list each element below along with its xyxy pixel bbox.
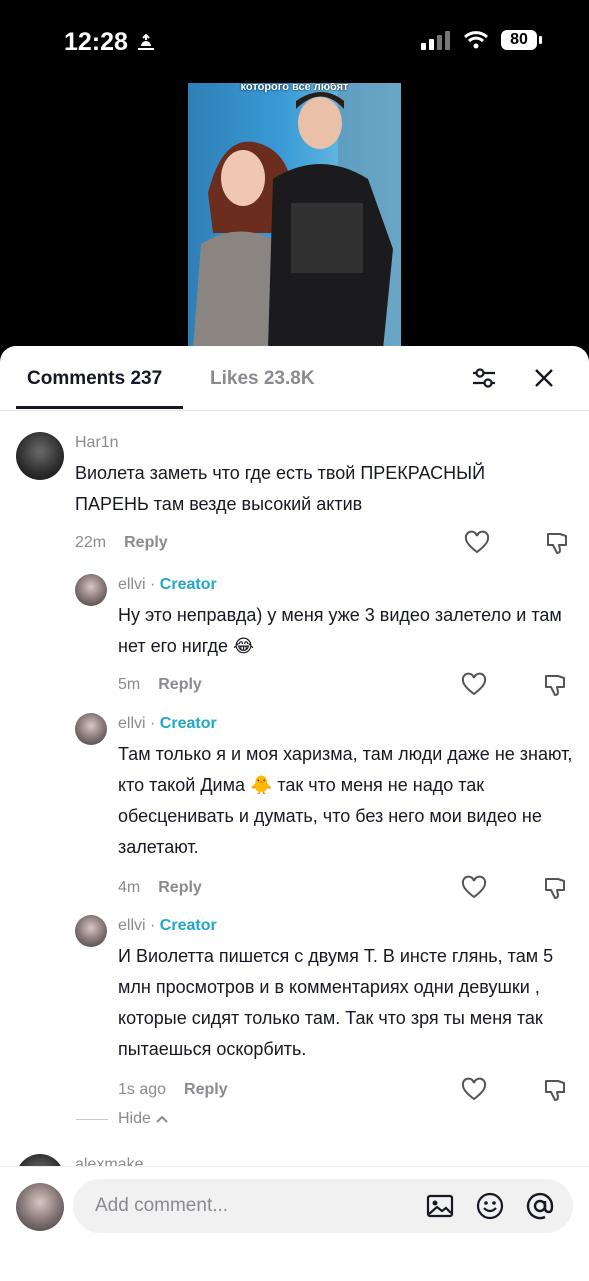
like-heart-icon[interactable]	[461, 875, 487, 901]
my-avatar	[16, 1183, 64, 1231]
emoji-icon[interactable]	[475, 1191, 505, 1221]
creator-badge: Creator	[159, 917, 217, 934]
comment-time: 1s ago	[118, 1081, 167, 1098]
comment-time: 5m	[118, 676, 141, 693]
comment-meta: 22m Reply	[75, 534, 168, 552]
reply-button[interactable]: Reply	[184, 1081, 228, 1098]
comment-username[interactable]: ellvi · Creator	[118, 715, 217, 733]
avatar[interactable]	[16, 432, 64, 480]
video-preview[interactable]: которого все любят	[188, 83, 401, 349]
comment-meta: 5m Reply	[118, 676, 202, 694]
battery-indicator: 80	[501, 30, 542, 50]
close-icon[interactable]	[530, 364, 558, 392]
filter-icon[interactable]	[470, 364, 498, 392]
comment-input-placeholder: Add comment...	[95, 1195, 229, 1216]
active-tab-indicator	[16, 406, 183, 409]
username-text: ellvi	[118, 576, 146, 593]
chevron-up-icon	[156, 1115, 168, 1123]
status-time: 12:28	[64, 28, 158, 57]
username-text: ellvi	[118, 917, 146, 934]
comment-text: Виолета заметь что где есть твой ПРЕКРАС…	[75, 463, 486, 514]
avatar[interactable]	[75, 713, 107, 745]
comment-username[interactable]: ellvi · Creator	[118, 917, 217, 935]
mention-icon[interactable]	[525, 1191, 555, 1221]
username-separator: ·	[145, 576, 160, 593]
comment-username[interactable]: ellvi · Creator	[118, 576, 217, 594]
like-heart-icon[interactable]	[461, 672, 487, 698]
hide-label: Hide	[118, 1110, 151, 1127]
username-text: ellvi	[118, 715, 146, 732]
sunset-icon	[137, 33, 154, 50]
comment-composer: Add comment...	[0, 1166, 589, 1281]
time-text: 12:28	[64, 28, 128, 56]
comment-meta: 1s ago Reply	[118, 1081, 228, 1099]
comment-username[interactable]: alexmake	[75, 1156, 143, 1166]
dislike-icon[interactable]	[544, 530, 570, 556]
video-people-image	[193, 83, 401, 349]
tab-comments[interactable]: Comments 237	[27, 368, 162, 390]
comment-text: И Виолетта пишется с двумя Т. В инсте гл…	[118, 946, 554, 1059]
dislike-icon[interactable]	[542, 1077, 568, 1103]
reply-button[interactable]: Reply	[158, 879, 202, 896]
avatar[interactable]	[16, 1154, 64, 1166]
video-caption: которого все любят	[240, 83, 349, 93]
image-icon[interactable]	[425, 1191, 455, 1221]
creator-badge: Creator	[159, 715, 217, 732]
comment-time: 22m	[75, 534, 107, 551]
status-bar: 12:28 80	[0, 0, 589, 86]
creator-badge: Creator	[159, 576, 217, 593]
like-heart-icon[interactable]	[464, 530, 490, 556]
divider	[76, 1118, 108, 1120]
tabs-bar: Comments 237 Likes 23.8K	[0, 346, 589, 411]
username-separator: ·	[145, 715, 160, 732]
comment-username[interactable]: Har1n	[75, 434, 119, 452]
hide-replies-button[interactable]: Hide	[76, 1110, 169, 1128]
wifi-icon	[463, 31, 489, 49]
comment-text: Ну это неправда) у меня уже 3 видео зале…	[118, 605, 562, 656]
dislike-icon[interactable]	[542, 875, 568, 901]
username-separator: ·	[145, 917, 160, 934]
comments-sheet: Comments 237 Likes 23.8K Har1n Виолета з…	[0, 346, 589, 1281]
status-icons: 80	[421, 30, 542, 50]
comment-time: 4m	[118, 879, 141, 896]
reply-button[interactable]: Reply	[158, 676, 202, 693]
comments-list: Har1n Виолета заметь что где есть твой П…	[0, 410, 589, 1166]
avatar[interactable]	[75, 915, 107, 947]
comment-meta: 4m Reply	[118, 879, 202, 897]
reply-button[interactable]: Reply	[124, 534, 168, 551]
comment-text: Там только я и моя харизма, там люди даж…	[118, 744, 573, 857]
avatar[interactable]	[75, 574, 107, 606]
signal-icon	[421, 31, 450, 50]
tab-likes[interactable]: Likes 23.8K	[210, 368, 315, 390]
dislike-icon[interactable]	[542, 672, 568, 698]
like-heart-icon[interactable]	[461, 1077, 487, 1103]
comment-input[interactable]: Add comment...	[73, 1179, 573, 1233]
